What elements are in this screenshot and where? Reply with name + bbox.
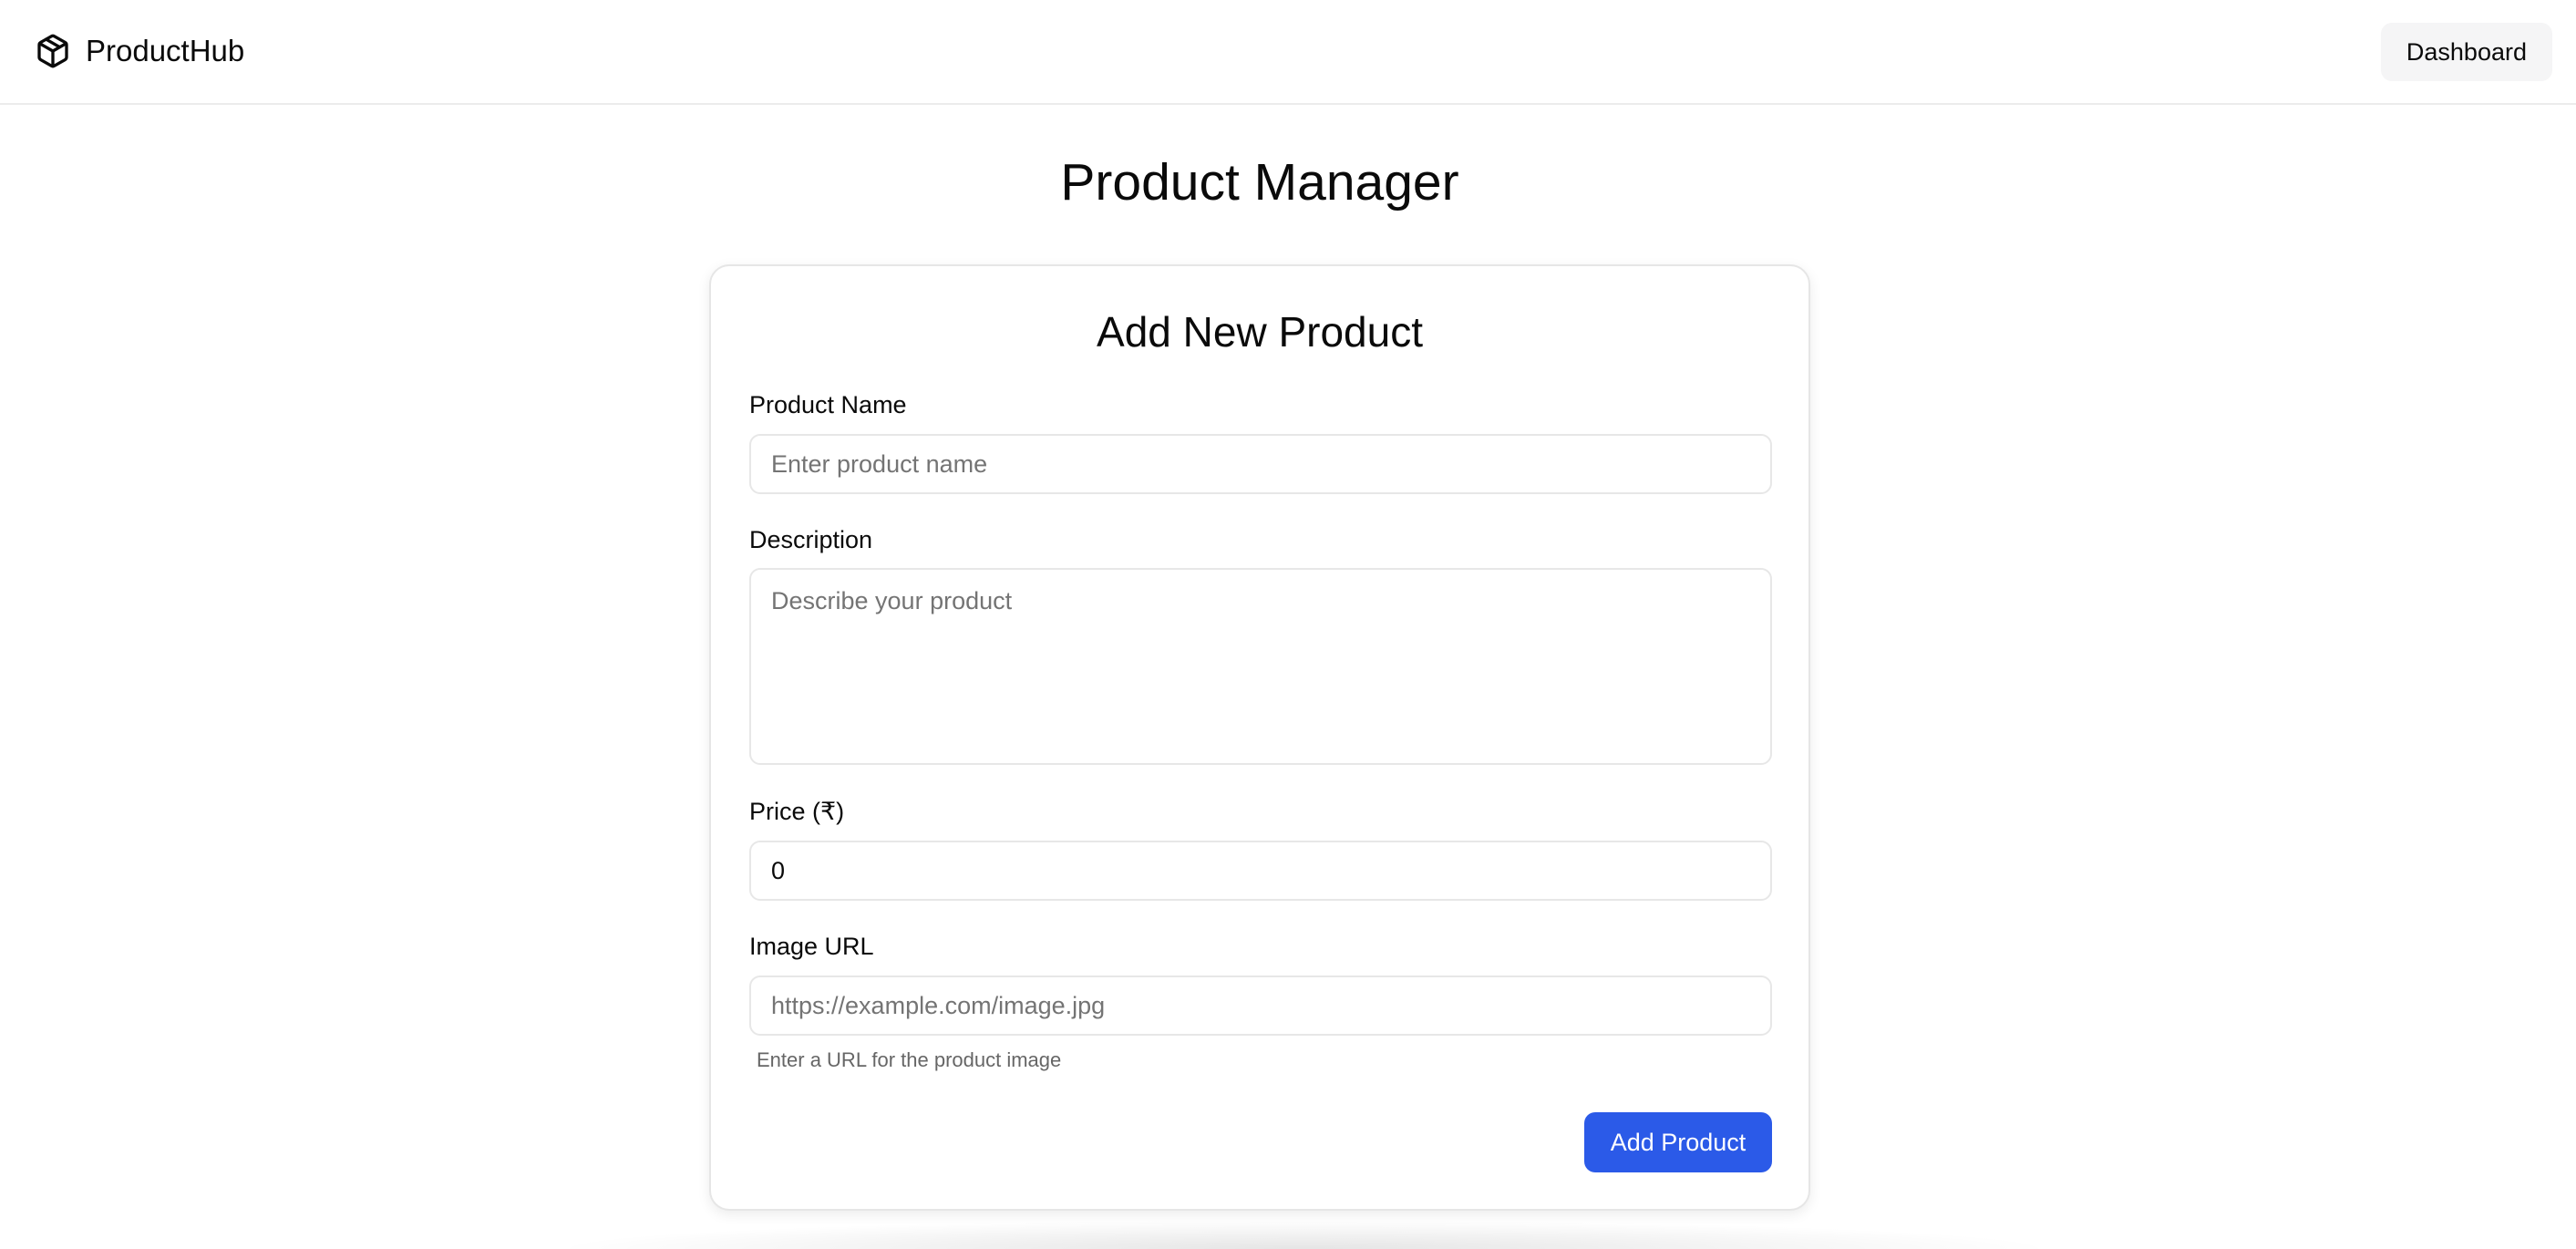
brand-name: ProductHub: [86, 34, 245, 67]
form-title: Add New Product: [1097, 308, 1423, 356]
description-label: Description: [749, 526, 873, 553]
page-title: Product Manager: [1060, 153, 1459, 212]
product-name-input[interactable]: [749, 434, 1772, 494]
add-product-button[interactable]: Add Product: [1584, 1112, 1772, 1172]
add-product-card: Add New Product Product Name Description…: [709, 264, 1810, 1211]
description-textarea[interactable]: [749, 568, 1772, 765]
product-name-label: Product Name: [749, 391, 907, 418]
image-url-hint: Enter a URL for the product image: [757, 1048, 1062, 1071]
package-icon: [35, 31, 71, 71]
brand[interactable]: ProductHub: [35, 31, 244, 71]
top-navbar: ProductHub Dashboard: [0, 0, 2576, 105]
image-url-input[interactable]: [749, 975, 1772, 1036]
price-label: Price (₹): [749, 798, 845, 825]
image-url-label: Image URL: [749, 933, 874, 960]
price-input[interactable]: [749, 841, 1772, 901]
bottom-shadow: [547, 1220, 2060, 1249]
dashboard-button[interactable]: Dashboard: [2380, 23, 2552, 81]
